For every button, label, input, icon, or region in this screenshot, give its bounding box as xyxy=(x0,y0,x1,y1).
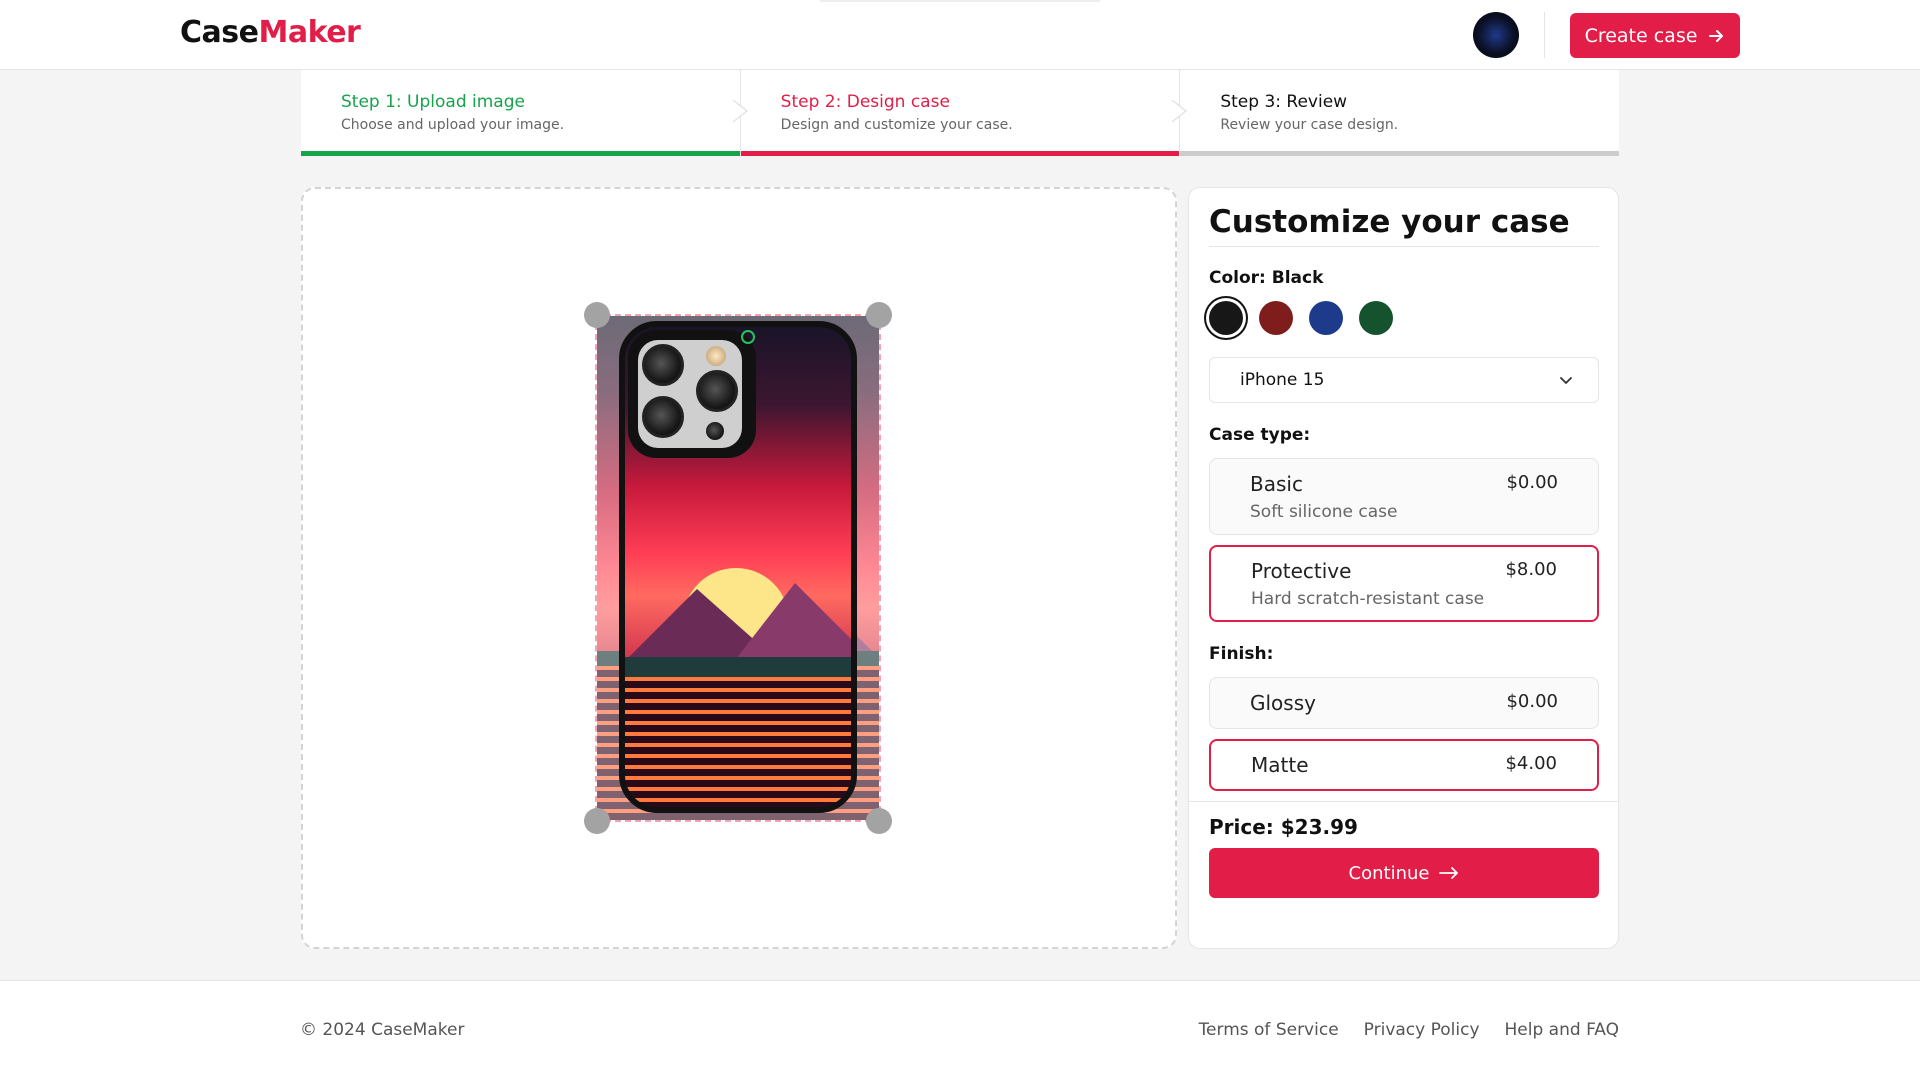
camera-flash-icon xyxy=(706,346,726,366)
step-review: Step 3: Review Review your case design. xyxy=(1179,70,1620,156)
finish-label: Finish: xyxy=(1209,644,1274,664)
finish-matte[interactable]: Matte $4.00 xyxy=(1209,739,1599,791)
preview-water xyxy=(625,677,851,807)
resize-handle-top-left[interactable] xyxy=(584,302,610,328)
case-type-protective[interactable]: Protective Hard scratch-resistant case $… xyxy=(1209,545,1599,622)
model-select[interactable]: iPhone 15 xyxy=(1209,357,1599,403)
step-design-case: Step 2: Design case Design and customize… xyxy=(739,70,1188,156)
step-subtitle: Choose and upload your image. xyxy=(341,117,565,133)
header-shadow xyxy=(820,0,1100,2)
phone-case-preview xyxy=(619,321,857,813)
chevron-down-icon xyxy=(1560,377,1572,384)
terms-link[interactable]: Terms of Service xyxy=(1199,1020,1339,1040)
camera-lens-icon xyxy=(642,344,684,386)
color-swatch-blue[interactable] xyxy=(1309,301,1343,335)
option-price: $4.00 xyxy=(1505,753,1557,774)
option-name: Glossy xyxy=(1250,691,1316,715)
step-title: Step 2: Design case xyxy=(780,92,950,112)
divider xyxy=(1189,801,1618,802)
help-faq-link[interactable]: Help and FAQ xyxy=(1505,1020,1619,1040)
header-divider xyxy=(1544,12,1545,58)
step-chevron-icon xyxy=(732,100,748,122)
option-name: Basic xyxy=(1250,472,1303,496)
step-subtitle: Design and customize your case. xyxy=(780,117,1013,133)
case-type-basic[interactable]: Basic Soft silicone case $0.00 xyxy=(1209,458,1599,535)
camera-plate xyxy=(638,340,742,448)
create-case-button[interactable]: Create case xyxy=(1570,13,1740,58)
option-description: Hard scratch-resistant case xyxy=(1251,589,1485,609)
divider xyxy=(1209,246,1599,247)
color-swatch-black[interactable] xyxy=(1209,301,1243,335)
arrow-right-icon xyxy=(1439,867,1459,879)
preview-treeline xyxy=(625,657,851,679)
step-subtitle: Review your case design. xyxy=(1220,117,1399,133)
step-title: Step 1: Upload image xyxy=(341,92,525,112)
model-select-value: iPhone 15 xyxy=(1240,370,1325,390)
rotate-indicator-icon xyxy=(741,330,755,344)
panel-title: Customize your case xyxy=(1209,204,1570,240)
option-name: Protective xyxy=(1251,559,1352,583)
create-case-label: Create case xyxy=(1584,24,1698,47)
avatar[interactable] xyxy=(1473,12,1519,58)
logo[interactable]: CaseMaker xyxy=(180,15,361,50)
logo-case-text: Case xyxy=(180,15,259,50)
camera-module xyxy=(628,330,756,458)
resize-handle-top-right[interactable] xyxy=(866,302,892,328)
step-upload-image: Step 1: Upload image Choose and upload y… xyxy=(301,70,748,156)
option-name: Matte xyxy=(1251,753,1309,777)
resize-handle-bottom-left[interactable] xyxy=(584,808,610,834)
continue-button[interactable]: Continue xyxy=(1209,848,1599,898)
color-swatch-green[interactable] xyxy=(1359,301,1393,335)
color-swatch-red[interactable] xyxy=(1259,301,1293,335)
camera-lens-icon xyxy=(696,370,738,412)
option-description: Soft silicone case xyxy=(1250,502,1398,522)
option-price: $8.00 xyxy=(1505,559,1557,580)
camera-sensor-icon xyxy=(706,422,724,440)
finish-glossy[interactable]: Glossy $0.00 xyxy=(1209,677,1599,729)
arrow-right-icon xyxy=(1709,29,1724,42)
camera-lens-icon xyxy=(642,396,684,438)
step-progress-bar xyxy=(1180,151,1620,156)
resize-handle-bottom-right[interactable] xyxy=(866,808,892,834)
customize-panel: Customize your case Color: Black iPhone … xyxy=(1188,187,1619,949)
continue-label: Continue xyxy=(1348,862,1430,884)
price-total: Price: $23.99 xyxy=(1209,815,1358,839)
step-progress-bar xyxy=(740,151,1180,156)
step-chevron-icon xyxy=(1171,100,1188,122)
case-type-label: Case type: xyxy=(1209,425,1311,445)
step-progress-bar xyxy=(301,151,740,156)
copyright: © 2024 CaseMaker xyxy=(300,1020,465,1040)
progress-steps: Step 1: Upload image Choose and upload y… xyxy=(301,70,1620,156)
footer: © 2024 CaseMaker Terms of Service Privac… xyxy=(0,980,1920,1080)
option-price: $0.00 xyxy=(1506,691,1558,712)
footer-links: Terms of Service Privacy Policy Help and… xyxy=(1199,1020,1619,1040)
color-label: Color: Black xyxy=(1209,268,1324,288)
logo-maker-text: Maker xyxy=(258,15,361,50)
option-price: $0.00 xyxy=(1506,472,1558,493)
step-title: Step 3: Review xyxy=(1220,92,1348,112)
top-header: CaseMaker Create case xyxy=(0,0,1920,70)
privacy-link[interactable]: Privacy Policy xyxy=(1364,1020,1480,1040)
